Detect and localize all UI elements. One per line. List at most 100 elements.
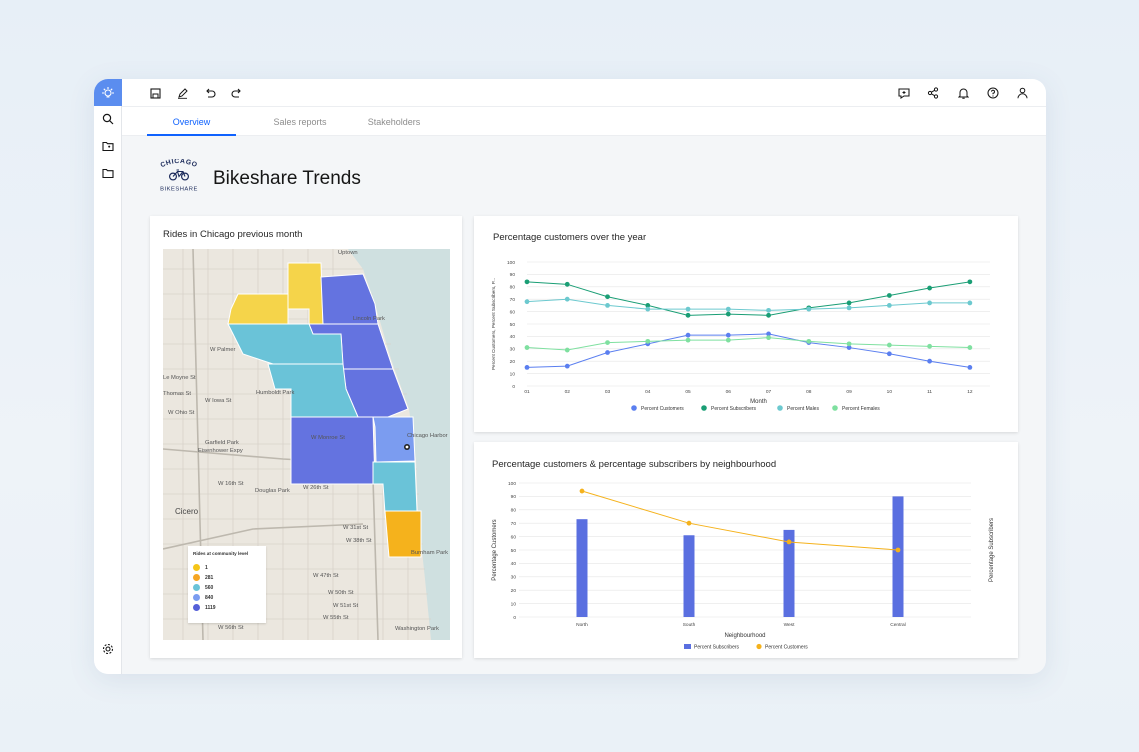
y-tick-label: 40 <box>511 561 517 567</box>
bar-chart-card: Percentage customers & percentage subscr… <box>474 442 1018 658</box>
app-logo-icon[interactable] <box>94 79 122 106</box>
folder-icon[interactable] <box>100 165 116 181</box>
x-tick-label: 05 <box>685 389 691 395</box>
edit-icon[interactable] <box>175 86 189 100</box>
tab-sales-reports[interactable]: Sales reports <box>255 107 345 136</box>
x-tick-label: North <box>576 622 588 628</box>
data-point <box>645 338 651 344</box>
map-legend-title: Rides at community level <box>193 551 249 556</box>
save-icon[interactable] <box>148 86 162 100</box>
data-point <box>685 312 691 318</box>
search-icon[interactable] <box>100 111 116 127</box>
y-tick-label: 70 <box>511 521 517 527</box>
data-point <box>685 337 691 343</box>
svg-text:W Iowa St: W Iowa St <box>205 398 232 404</box>
svg-text:Eisenhower Expy: Eisenhower Expy <box>198 448 243 454</box>
map-legend: Rides at community level 1 281 560 840 1… <box>188 546 266 623</box>
legend-label: Percent Customers <box>765 645 808 651</box>
x-tick-label: 01 <box>524 389 530 395</box>
line-chart-card: Percentage customers over the year 0 10 20… <box>474 216 1018 432</box>
bar-chart[interactable]: 0 10 20 30 40 50 60 70 80 90 100 North South West Cent… <box>474 442 1018 658</box>
folder-user-icon[interactable] <box>100 138 116 154</box>
data-point <box>524 299 530 305</box>
data-point <box>967 300 973 306</box>
top-toolbar <box>122 79 1046 107</box>
tab-overview[interactable]: Overview <box>147 107 236 136</box>
legend-swatch <box>193 564 200 571</box>
y-tick-label: 20 <box>510 359 516 365</box>
svg-text:Thomas St: Thomas St <box>163 391 191 397</box>
legend-swatch <box>193 584 200 591</box>
undo-icon[interactable] <box>203 86 217 100</box>
x-tick-label: 07 <box>766 389 772 395</box>
svg-text:W 50th St: W 50th St <box>328 590 354 596</box>
comment-icon[interactable] <box>897 86 911 100</box>
data-point <box>927 285 933 291</box>
y-tick-label: 30 <box>510 347 516 353</box>
data-point <box>967 365 973 370</box>
map-card: Rides in Chicago previous month Uptown L… <box>150 216 462 658</box>
x-tick-label: Central <box>890 622 905 628</box>
map-legend-item: 1119 <box>193 604 216 611</box>
legend-label: Percent Subscribers <box>694 645 740 651</box>
legend-marker <box>701 405 707 411</box>
x-tick-label: 11 <box>927 389 932 395</box>
data-point <box>886 293 892 298</box>
settings-icon[interactable] <box>100 641 116 657</box>
y-tick-label: 60 <box>510 309 516 315</box>
data-point <box>786 539 792 545</box>
user-icon[interactable] <box>1015 86 1029 100</box>
data-point <box>524 365 530 370</box>
notification-icon[interactable] <box>956 86 970 100</box>
x-tick-label: 08 <box>806 389 812 395</box>
share-icon[interactable] <box>926 86 940 100</box>
y-tick-label: 90 <box>511 494 517 500</box>
svg-text:Lincoln Park: Lincoln Park <box>353 316 385 322</box>
y-tick-label: 80 <box>511 508 517 514</box>
y-axis-label: Percent Customers, Percent Subscribers, … <box>491 278 496 370</box>
legend-marker <box>684 644 691 649</box>
tab-bar: Overview Sales reports Stakeholders <box>122 107 1046 136</box>
chicago-map[interactable]: Uptown Lincoln Park Chicago Harbor W Pal… <box>163 249 450 640</box>
data-point <box>895 547 901 553</box>
svg-text:Douglas Park: Douglas Park <box>255 488 290 494</box>
y-tick-label: 70 <box>510 297 516 303</box>
data-point <box>524 345 530 350</box>
line-chart[interactable]: 0 10 20 30 40 50 60 70 80 90 100 01 02 03 04 05 06 07 08 09… <box>474 216 1018 432</box>
data-point <box>766 307 771 313</box>
x-tick-label: 03 <box>605 389 611 395</box>
svg-text:W 16th St: W 16th St <box>218 481 244 487</box>
bar <box>683 535 695 617</box>
data-point <box>806 338 812 344</box>
data-point <box>605 303 610 308</box>
svg-text:W Ohio St: W Ohio St <box>168 410 195 416</box>
data-point <box>564 281 570 287</box>
svg-text:W 56th St: W 56th St <box>218 625 244 631</box>
data-point <box>564 363 570 369</box>
legend-label: Percent Customers <box>641 406 684 412</box>
bar <box>576 519 588 617</box>
x-tick-label: 12 <box>967 389 973 395</box>
y-tick-label: 80 <box>510 285 516 291</box>
data-point <box>685 332 691 338</box>
y-tick-label: 50 <box>511 548 517 554</box>
map-legend-item: 1 <box>193 564 208 571</box>
data-point <box>806 306 812 312</box>
svg-text:W 31st St: W 31st St <box>343 525 369 531</box>
page-title: Bikeshare Trends <box>213 168 361 189</box>
tab-stakeholders[interactable]: Stakeholders <box>349 107 439 136</box>
legend-label: Percent Subscribers <box>711 406 757 412</box>
data-point <box>725 306 731 312</box>
x-tick-label: 02 <box>565 389 571 395</box>
y-tick-label: 40 <box>510 334 516 340</box>
legend-marker <box>832 405 838 411</box>
redo-icon[interactable] <box>230 86 244 100</box>
help-icon[interactable] <box>986 86 1000 100</box>
data-point <box>564 296 570 302</box>
data-point <box>564 347 570 353</box>
legend-swatch <box>193 574 200 581</box>
data-point <box>927 343 933 349</box>
x-tick-label: South <box>683 622 696 628</box>
x-tick-label: 04 <box>645 389 651 395</box>
svg-text:Uptown: Uptown <box>338 250 358 256</box>
